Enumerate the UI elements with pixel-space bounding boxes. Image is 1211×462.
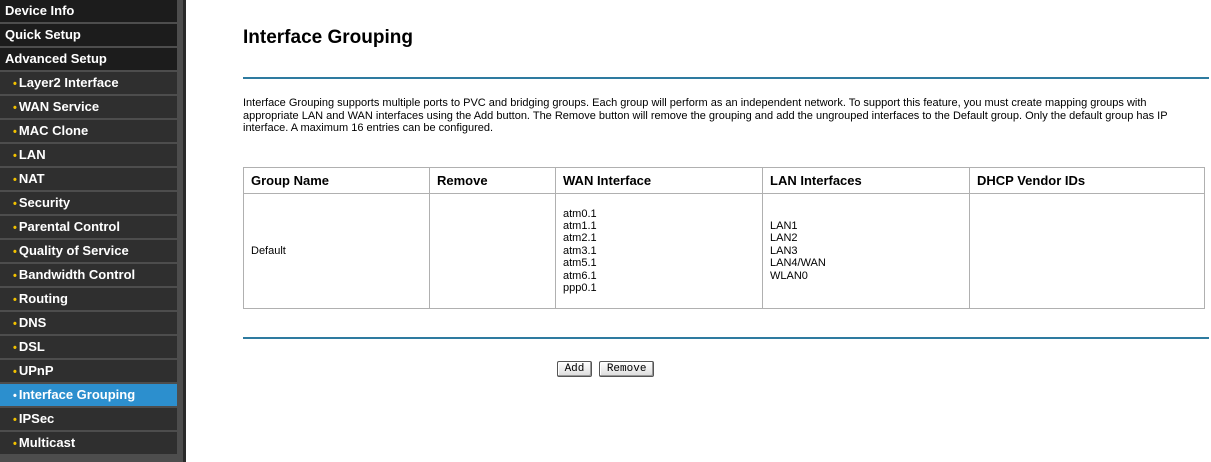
sidebar-item-nat[interactable]: • NAT (0, 168, 177, 190)
bullet-icon: • (13, 198, 17, 210)
sidebar-item-ipsec[interactable]: • IPSec (0, 408, 177, 430)
sidebar-item-advanced-setup[interactable]: Advanced Setup (0, 48, 177, 70)
sidebar-item-label: Quick Setup (5, 27, 81, 42)
interface-entry: ppp0.1 (563, 282, 597, 295)
col-header-dhcp-vendor-ids: DHCP Vendor IDs (969, 167, 1205, 194)
top-divider (243, 77, 1209, 79)
sidebar-item-label: LAN (18, 147, 46, 162)
table-header-row: Group Name Remove WAN Interface LAN Inte… (243, 167, 1205, 194)
bottom-divider (243, 337, 1209, 339)
sidebar-item-label: WAN Service (18, 99, 100, 114)
bullet-icon: • (13, 390, 17, 402)
sidebar-item-label: Device Info (5, 3, 75, 18)
sidebar-item-label: Security (18, 195, 71, 210)
bullet-icon: • (13, 438, 17, 450)
sidebar-item-label: DNS (18, 315, 47, 330)
sidebar-item-label: Interface Grouping (18, 387, 136, 402)
sidebar-item-label: MAC Clone (18, 123, 89, 138)
sidebar-item-wan-service[interactable]: • WAN Service (0, 96, 177, 118)
action-buttons: Add Remove (0, 358, 1211, 377)
bullet-icon: • (13, 78, 17, 90)
sidebar-nav: Device Info Quick Setup Advanced Setup • Lay… (0, 0, 186, 462)
bullet-icon: • (13, 342, 17, 354)
bullet-icon: • (13, 318, 17, 330)
sidebar-item-label: IPSec (18, 411, 55, 426)
sidebar-item-dsl[interactable]: • DSL (0, 336, 177, 358)
lan-interfaces-cell: LAN1 LAN2 LAN3 LAN4/WAN WLAN0 (762, 193, 970, 309)
wan-interface-cell: atm0.1 atm1.1 atm2.1 atm3.1 atm5.1 atm6.1 ppp0… (555, 193, 763, 309)
sidebar-item-label: Quality of Service (18, 243, 129, 258)
page-description: Interface Grouping supports multiple por… (243, 97, 1168, 134)
interface-entry: atm2.1 (563, 232, 597, 245)
bullet-icon: • (13, 126, 17, 138)
bullet-icon: • (13, 222, 17, 234)
sidebar-item-label: Parental Control (18, 219, 120, 234)
interface-entry: LAN2 (770, 232, 798, 245)
sidebar-item-quality-of-service[interactable]: • Quality of Service (0, 240, 177, 262)
add-button[interactable]: Add (556, 361, 593, 377)
col-header-wan-interface: WAN Interface (555, 167, 763, 194)
sidebar-item-label: DSL (18, 339, 45, 354)
group-name-cell: Default (243, 193, 430, 309)
col-header-group-name: Group Name (243, 167, 430, 194)
interface-entry: atm0.1 (563, 207, 597, 220)
sidebar-item-label: Bandwidth Control (18, 267, 136, 282)
interface-entry: LAN3 (770, 244, 798, 257)
sidebar-item-lan[interactable]: • LAN (0, 144, 177, 166)
interface-entry: LAN1 (770, 219, 798, 232)
dhcp-vendor-ids-cell (969, 193, 1205, 309)
sidebar-item-interface-grouping[interactable]: • Interface Grouping (0, 384, 177, 406)
sidebar-item-security[interactable]: • Security (0, 192, 177, 214)
sidebar-item-label: NAT (18, 171, 45, 186)
sidebar-item-routing[interactable]: • Routing (0, 288, 177, 310)
bullet-icon: • (13, 174, 17, 186)
remove-button[interactable]: Remove (598, 361, 655, 377)
bullet-icon: • (13, 150, 17, 162)
page-title: Interface Grouping (243, 27, 413, 48)
sidebar-item-label: Layer2 Interface (18, 75, 119, 90)
sidebar-item-label: Advanced Setup (5, 51, 107, 66)
sidebar-item-quick-setup[interactable]: Quick Setup (0, 24, 177, 46)
sidebar-item-label: Multicast (18, 435, 76, 450)
bullet-icon: • (13, 102, 17, 114)
interface-entry: atm5.1 (563, 257, 597, 270)
interface-grouping-table: Group Name Remove WAN Interface LAN Inte… (243, 167, 1205, 309)
sidebar-item-parental-control[interactable]: • Parental Control (0, 216, 177, 238)
sidebar-item-layer2-interface[interactable]: • Layer2 Interface (0, 72, 177, 94)
sidebar-item-label: Routing (18, 291, 68, 306)
sidebar-item-dns[interactable]: • DNS (0, 312, 177, 334)
bullet-icon: • (13, 414, 17, 426)
interface-entry: atm6.1 (563, 269, 597, 282)
sidebar-item-mac-clone[interactable]: • MAC Clone (0, 120, 177, 142)
interface-entry: atm3.1 (563, 244, 597, 257)
table-row: Default atm0.1 atm1.1 atm2.1 atm3.1 atm5.1 at… (243, 193, 1205, 309)
remove-cell (429, 193, 556, 309)
sidebar-item-bandwidth-control[interactable]: • Bandwidth Control (0, 264, 177, 286)
sidebar-item-multicast[interactable]: • Multicast (0, 432, 177, 454)
bullet-icon: • (13, 246, 17, 258)
col-header-remove: Remove (429, 167, 556, 194)
col-header-lan-interfaces: LAN Interfaces (762, 167, 970, 194)
interface-entry: atm1.1 (563, 219, 597, 232)
bullet-icon: • (13, 294, 17, 306)
bullet-icon: • (13, 270, 17, 282)
interface-entry: WLAN0 (770, 269, 808, 282)
interface-entry: LAN4/WAN (770, 257, 826, 270)
sidebar-item-device-info[interactable]: Device Info (0, 0, 177, 22)
